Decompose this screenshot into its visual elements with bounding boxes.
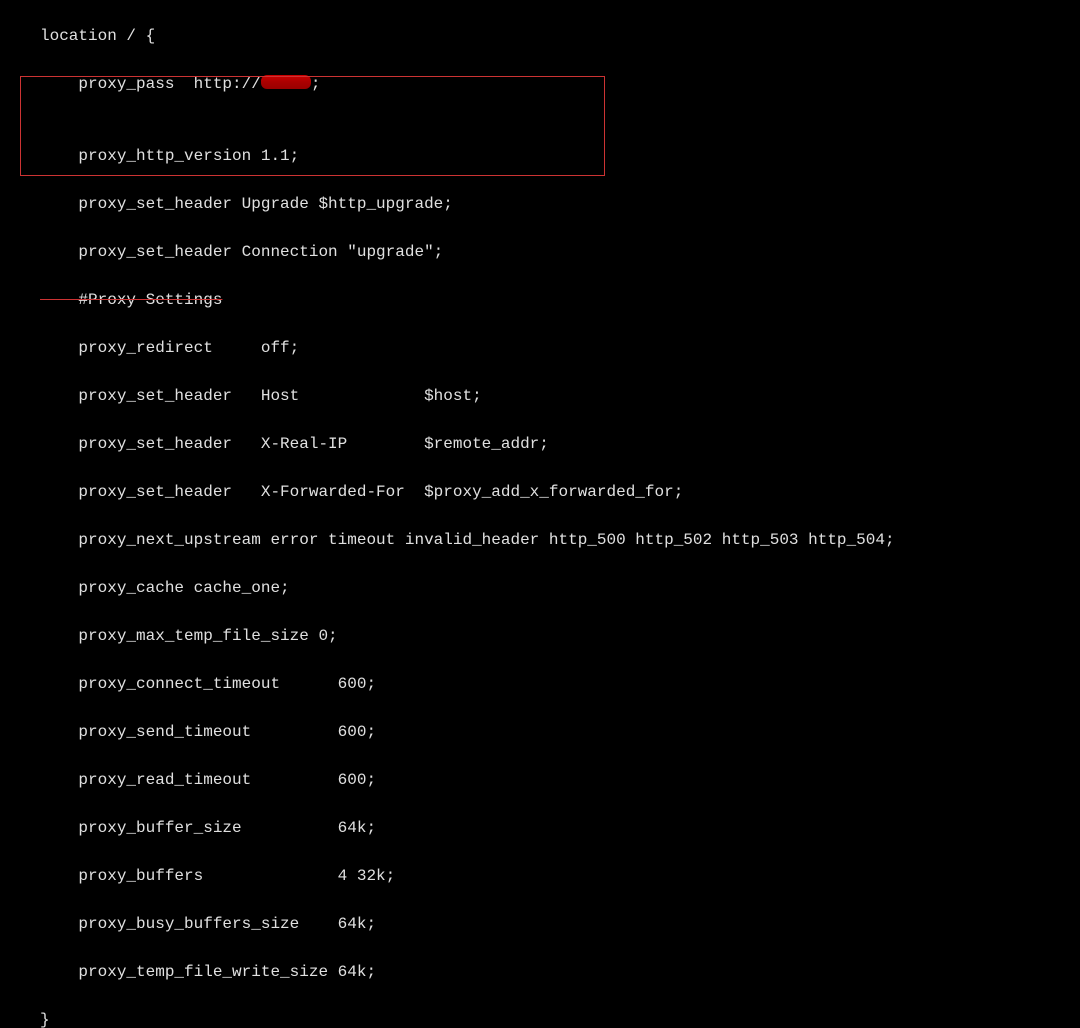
- code-text: proxy_pass http://: [40, 75, 261, 93]
- redacted-hostname: [261, 75, 311, 89]
- nginx-config-code: location / { proxy_pass http://; proxy_h…: [0, 0, 1080, 1028]
- code-line: proxy_buffers 4 32k;: [40, 864, 1080, 888]
- code-line-closing-brace: }: [40, 1008, 1080, 1028]
- code-line: proxy_buffer_size 64k;: [40, 816, 1080, 840]
- code-line: proxy_cache cache_one;: [40, 576, 1080, 600]
- code-line: proxy_busy_buffers_size 64k;: [40, 912, 1080, 936]
- code-line-comment: #Proxy Settings: [40, 288, 1080, 312]
- code-line: proxy_temp_file_write_size 64k;: [40, 960, 1080, 984]
- code-line: proxy_connect_timeout 600;: [40, 672, 1080, 696]
- code-line: proxy_set_header X-Real-IP $remote_addr;: [40, 432, 1080, 456]
- code-line: proxy_read_timeout 600;: [40, 768, 1080, 792]
- code-line: proxy_send_timeout 600;: [40, 720, 1080, 744]
- code-line: proxy_http_version 1.1;: [40, 144, 1080, 168]
- code-text: ;: [311, 75, 321, 93]
- code-line: proxy_set_header Upgrade $http_upgrade;: [40, 192, 1080, 216]
- code-line: location / {: [40, 24, 1080, 48]
- code-line: proxy_max_temp_file_size 0;: [40, 624, 1080, 648]
- code-line: proxy_set_header Connection "upgrade";: [40, 240, 1080, 264]
- code-line: proxy_set_header Host $host;: [40, 384, 1080, 408]
- code-line: proxy_set_header X-Forwarded-For $proxy_…: [40, 480, 1080, 504]
- code-line: proxy_redirect off;: [40, 336, 1080, 360]
- code-line: proxy_next_upstream error timeout invali…: [40, 528, 1080, 552]
- code-line: proxy_pass http://;: [40, 72, 1080, 96]
